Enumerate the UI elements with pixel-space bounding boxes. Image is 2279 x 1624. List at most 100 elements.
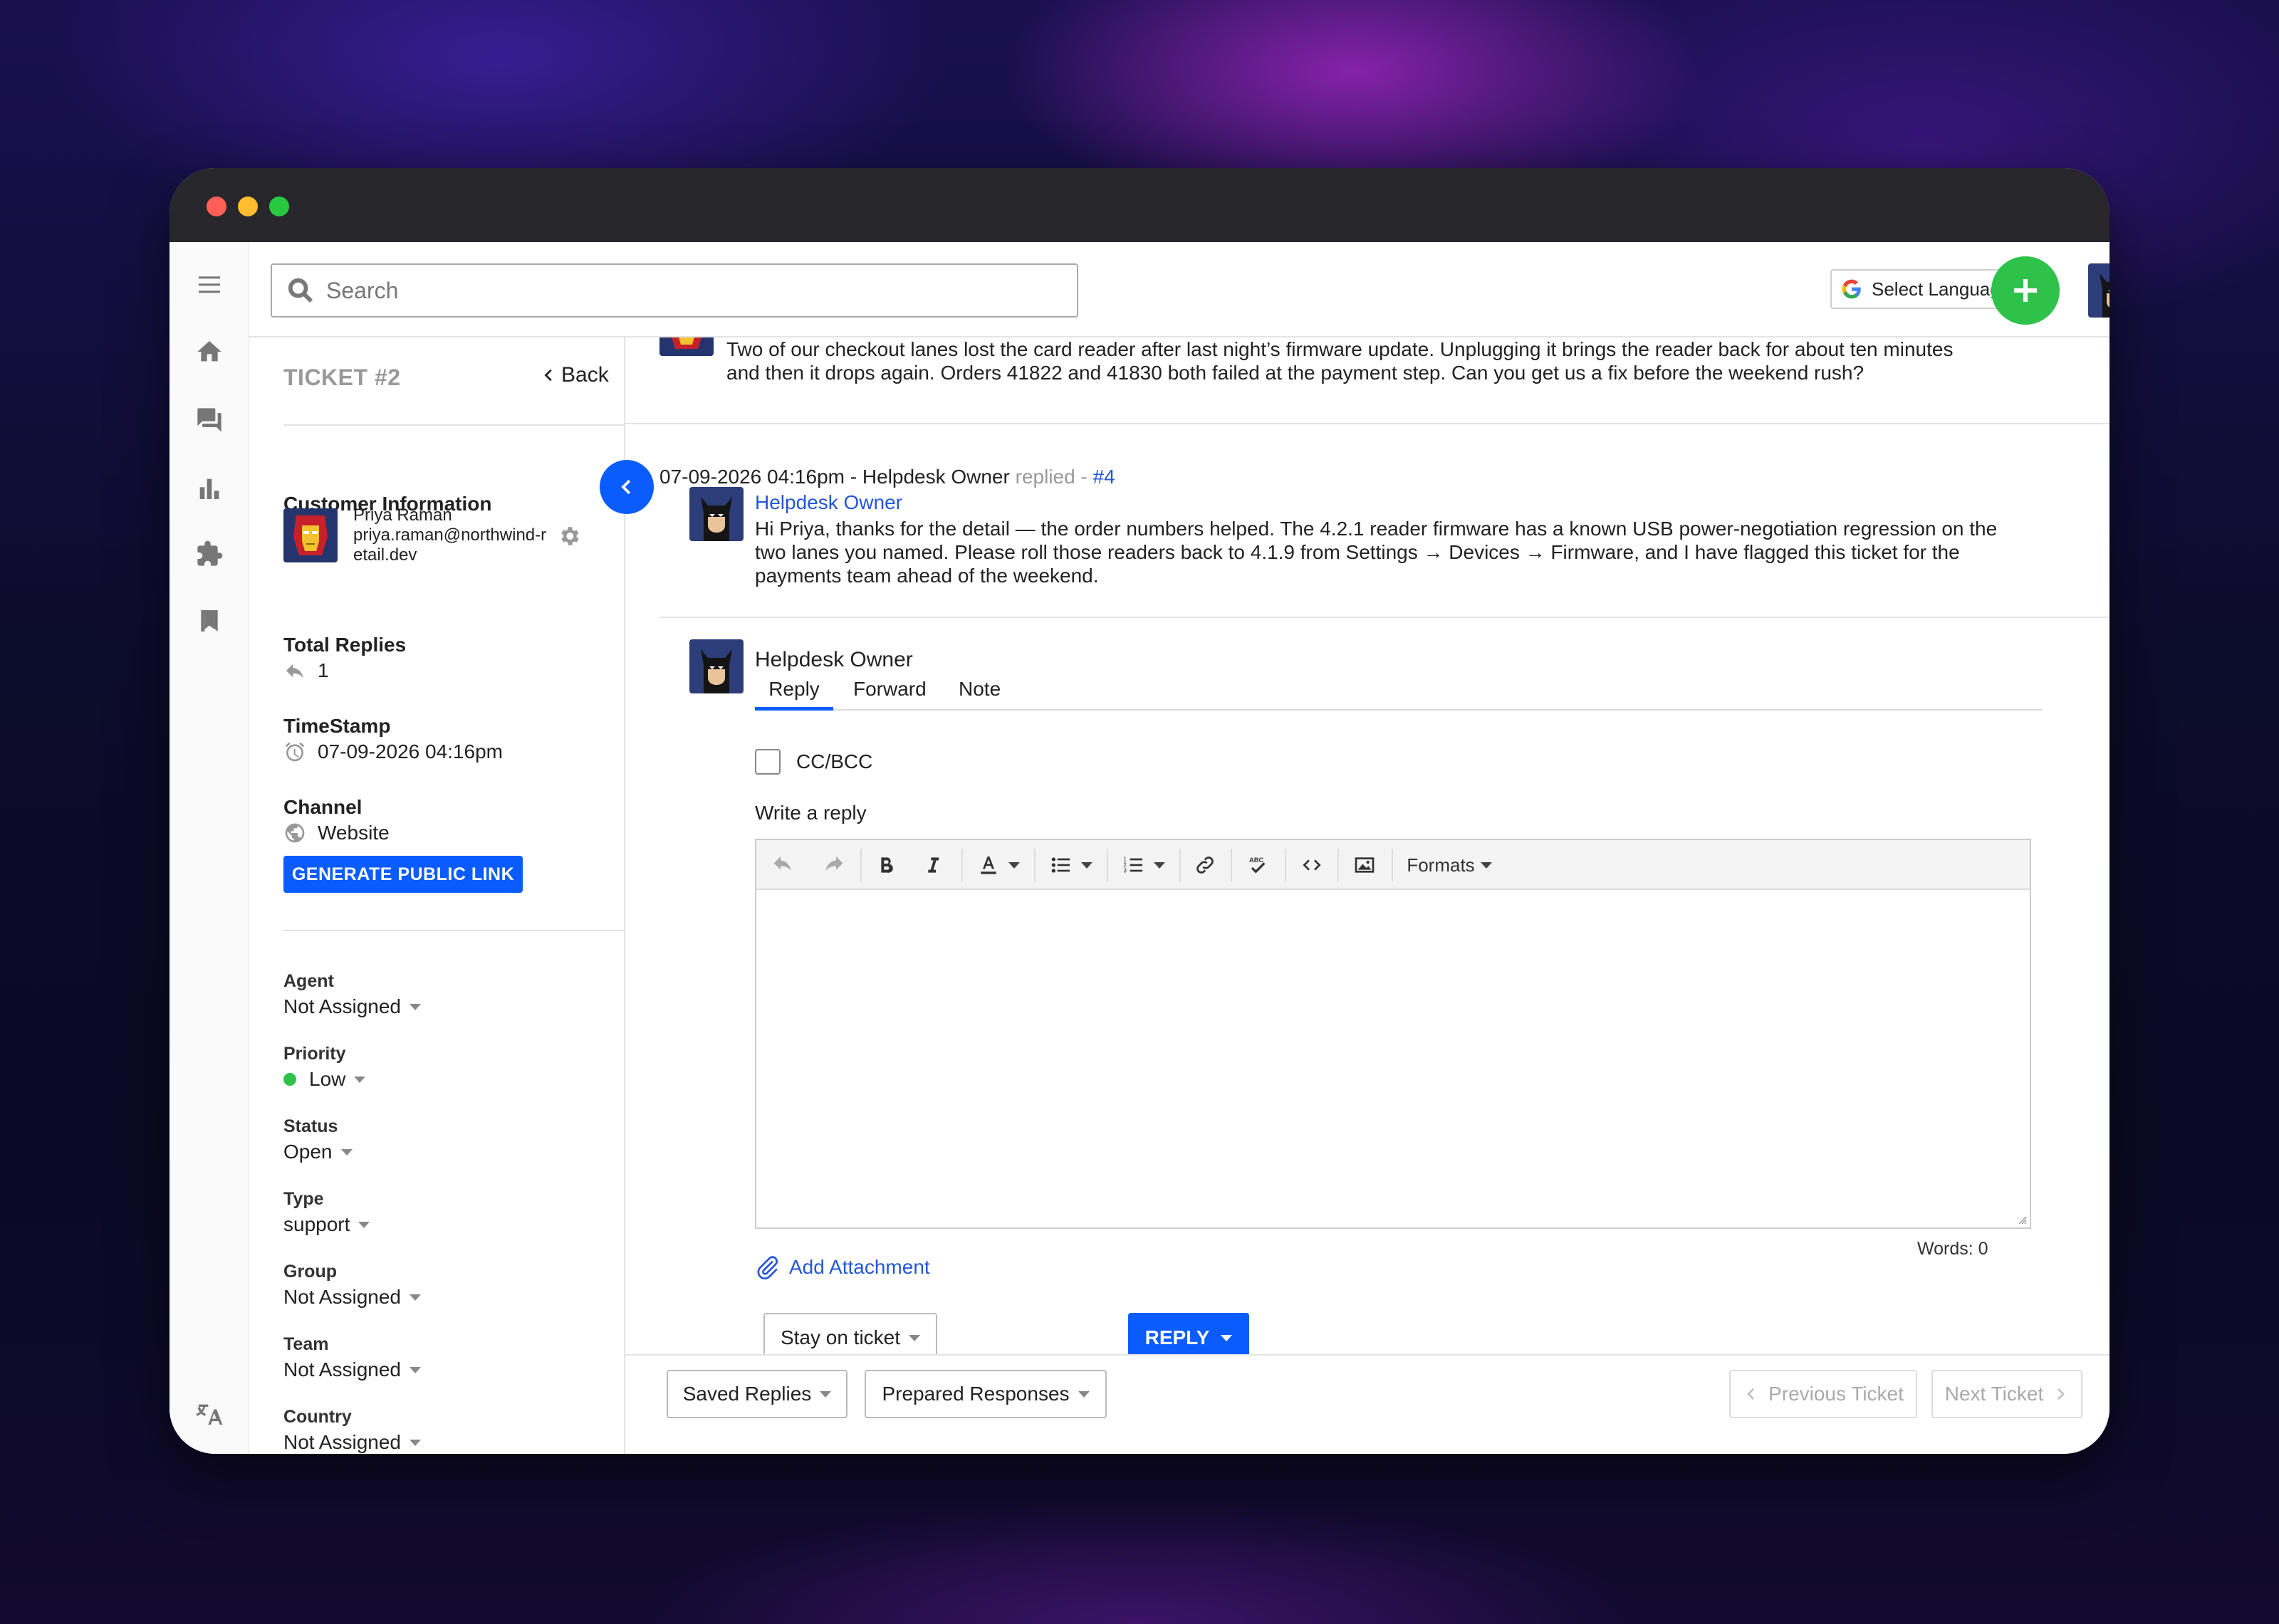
undo-button[interactable]	[769, 847, 798, 883]
next-ticket-button[interactable]: Next Ticket	[1931, 1370, 2082, 1418]
numbered-list-button[interactable]: 123	[1115, 847, 1172, 883]
word-count: Words: 0	[1917, 1239, 1988, 1259]
type-value: support	[283, 1213, 350, 1235]
write-reply-label: Write a reply	[755, 802, 867, 824]
stay-on-ticket-label: Stay on ticket	[780, 1326, 901, 1348]
bullet-list-icon	[1051, 857, 1070, 873]
caret-down-icon	[410, 1366, 421, 1373]
previous-ticket-label: Previous Ticket	[1768, 1383, 1904, 1405]
minimize-window-dot[interactable]	[238, 197, 258, 216]
puzzle-icon[interactable]	[192, 537, 226, 571]
reply-button-label: REPLY	[1144, 1326, 1210, 1348]
type-dropdown[interactable]: support	[283, 1213, 370, 1236]
reply-author-link[interactable]: Helpdesk Owner	[755, 491, 902, 514]
caret-down-icon	[1078, 1390, 1090, 1398]
team-dropdown[interactable]: Not Assigned	[283, 1358, 421, 1381]
group-value: Not Assigned	[283, 1286, 401, 1308]
undo-icon	[773, 856, 791, 871]
batman-avatar-icon	[689, 639, 744, 693]
collapse-panel-button[interactable]	[600, 460, 654, 514]
search-input[interactable]	[326, 277, 1038, 304]
country-dropdown[interactable]: Not Assigned	[283, 1431, 421, 1454]
caret-down-icon	[1154, 861, 1165, 869]
maximize-window-dot[interactable]	[269, 197, 289, 216]
group-label: Group	[283, 1262, 337, 1282]
group-dropdown[interactable]: Not Assigned	[283, 1286, 421, 1309]
caret-down-icon	[410, 1003, 421, 1010]
customer-email-line1: priya.raman@northwind-r	[353, 525, 547, 545]
cc-bcc-checkbox[interactable]	[755, 749, 781, 775]
icon-rail	[170, 242, 249, 1454]
close-window-dot[interactable]	[207, 197, 226, 216]
agent-thread-avatar	[689, 487, 744, 541]
chart-icon[interactable]	[192, 471, 226, 505]
text-color-button[interactable]	[970, 847, 1027, 883]
toolbar-separator	[860, 849, 862, 881]
user-avatar[interactable]	[2088, 263, 2109, 318]
stay-on-ticket-dropdown[interactable]: Stay on ticket	[763, 1313, 937, 1354]
bullet-list-button[interactable]	[1043, 847, 1100, 883]
tab-reply[interactable]: Reply	[755, 678, 833, 711]
previous-ticket-button[interactable]: Previous Ticket	[1729, 1370, 1917, 1418]
caret-down-icon	[1221, 1334, 1233, 1341]
editor-toolbar: 123 ABC Formats	[756, 840, 2030, 890]
toolbar-separator	[1107, 849, 1108, 881]
reply-meta: 07-09-2026 04:16pm - Helpdesk Owner repl…	[659, 466, 1115, 488]
link-button[interactable]	[1188, 847, 1222, 883]
chevron-left-icon	[621, 479, 631, 495]
back-link[interactable]: Back	[541, 363, 609, 387]
reply-text-area[interactable]	[756, 891, 2030, 1227]
reply-replied-text: replied -	[1015, 466, 1088, 488]
paperclip-icon	[757, 1256, 778, 1280]
reply-message-line: payments team ahead of the weekend.	[755, 565, 1099, 587]
divider	[659, 617, 2109, 618]
image-button[interactable]	[1347, 847, 1382, 883]
team-label: Team	[283, 1334, 329, 1354]
next-ticket-label: Next Ticket	[1944, 1383, 2044, 1405]
reply-number-link[interactable]: #4	[1093, 466, 1115, 488]
add-attachment-link[interactable]: Add Attachment	[755, 1254, 930, 1280]
bookmark-icon[interactable]	[192, 604, 226, 638]
bold-button[interactable]	[870, 847, 902, 883]
customer-avatar	[283, 508, 338, 562]
plus-icon	[2014, 279, 2037, 302]
redo-icon	[825, 856, 843, 871]
ticket-thread: Two of our checkout lanes lost the card …	[625, 337, 2109, 1354]
redo-button[interactable]	[819, 847, 848, 883]
bold-icon	[881, 857, 893, 873]
status-label: Status	[283, 1116, 338, 1136]
agent-dropdown[interactable]: Not Assigned	[283, 995, 421, 1018]
tab-note[interactable]: Note	[959, 678, 1001, 711]
country-value: Not Assigned	[283, 1431, 401, 1453]
composer-author: Helpdesk Owner	[755, 648, 913, 671]
generate-public-link-button[interactable]: GENERATE PUBLIC LINK	[283, 856, 523, 893]
ironman-avatar-icon	[283, 508, 338, 562]
code-button[interactable]	[1295, 847, 1329, 883]
priority-dropdown[interactable]: Low	[283, 1068, 366, 1091]
add-button[interactable]	[1991, 256, 2060, 325]
caret-down-icon	[340, 1148, 353, 1156]
home-icon[interactable]	[192, 335, 226, 369]
saved-replies-dropdown[interactable]: Saved Replies	[667, 1370, 848, 1418]
search-box[interactable]	[271, 263, 1078, 318]
status-dropdown[interactable]: Open	[283, 1141, 353, 1163]
formats-dropdown[interactable]: Formats	[1403, 847, 1496, 883]
gear-icon[interactable]	[557, 524, 581, 548]
spellcheck-button[interactable]: ABC	[1241, 847, 1275, 883]
toolbar-separator	[1179, 849, 1181, 881]
svg-text:ABC: ABC	[1249, 856, 1263, 864]
toolbar-separator	[961, 849, 963, 881]
app-window: Select Language ▼ TICKET #2	[170, 168, 2109, 1454]
prepared-responses-dropdown[interactable]: Prepared Responses	[865, 1370, 1107, 1418]
forum-icon[interactable]	[192, 403, 226, 437]
batman-avatar-icon	[2088, 263, 2109, 318]
italic-icon	[928, 857, 939, 873]
reply-message-line: Hi Priya, thanks for the detail — the or…	[755, 518, 1998, 540]
reply-button[interactable]: REPLY	[1128, 1313, 1249, 1354]
tab-forward[interactable]: Forward	[853, 678, 927, 711]
customer-name: Priya Raman	[353, 505, 452, 525]
italic-button[interactable]	[917, 847, 949, 883]
menu-icon[interactable]	[192, 268, 226, 302]
translate-icon[interactable]	[192, 1397, 226, 1431]
resize-handle-icon[interactable]	[2015, 1213, 2027, 1225]
